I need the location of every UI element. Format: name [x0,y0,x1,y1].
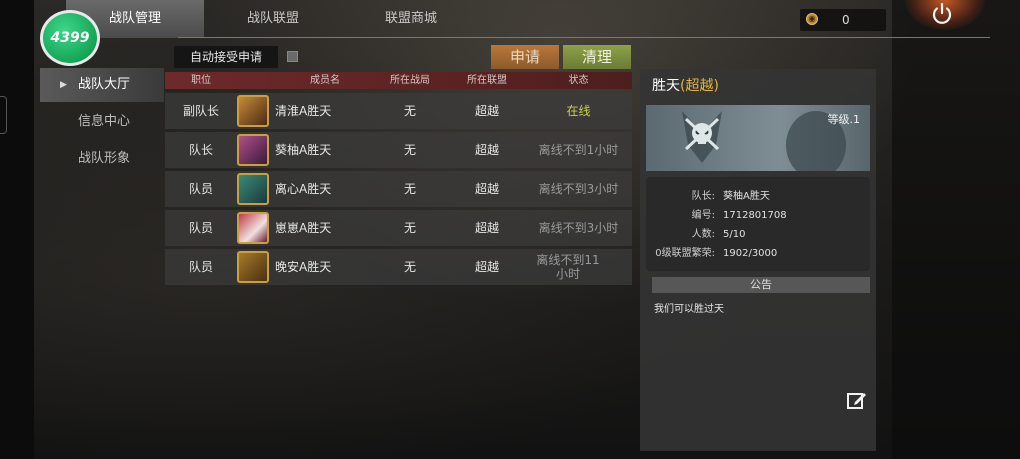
detail-row-id: 编号: 1712801708 [646,206,870,225]
member-role: 队员 [188,260,213,274]
avatar [237,173,269,205]
power-icon[interactable] [930,2,954,26]
detail-value: 葵柚A胜天 [723,191,770,202]
detail-row-leader: 队长: 葵柚A胜天 [646,187,870,206]
coin-icon: ◉ [806,13,818,25]
chevron-right-icon: ▶ [60,80,67,90]
avatar [237,95,269,127]
sidebar-item-team-image[interactable]: 战队形象 [40,142,164,176]
detail-label: 0级联盟繁荣: [655,248,715,259]
edge-handle [0,96,7,134]
avatar [237,212,269,244]
notice-text: 我们可以胜过天 [654,304,724,315]
member-status: 离线不到11小时 [536,253,600,281]
detail-label: 编号: [691,210,715,221]
screen-left-edge [0,0,34,459]
clear-button[interactable]: 清理 [563,45,631,69]
sidebar-item-info-center[interactable]: 信息中心 [40,105,164,139]
detail-value: 5/10 [723,229,746,240]
detail-value: 1902/3000 [723,248,778,259]
header-member-name: 成员名 [310,75,340,86]
member-name: 离心A胜天 [275,182,332,196]
team-banner: 等级.1 [646,105,870,171]
member-role: 副队长 [182,104,219,118]
table-row[interactable]: 队员 离心A胜天 无 超越 离线不到3小时 [165,171,632,207]
apply-button[interactable]: 申请 [491,45,559,69]
notice-header: 公告 [652,277,870,293]
detail-row-members: 人数: 5/10 [646,225,870,244]
table-row[interactable]: 队长 葵柚A胜天 无 超越 离线不到1小时 [165,132,632,168]
team-info-panel: 胜天(超越) 等级.1 队长: 葵柚A胜天 编号: 1712801708 人数:… [640,69,876,451]
member-battle: 无 [403,104,416,118]
currency-display: ◉ 0 [800,9,886,31]
member-name: 葵柚A胜天 [275,143,332,157]
member-table-header: 职位 成员名 所在战局 所在联盟 状态 [165,72,632,89]
screen-right-edge [892,0,1020,459]
member-alliance: 超越 [474,104,499,118]
member-alliance: 超越 [474,182,499,196]
member-battle: 无 [403,221,416,235]
member-name: 晚安A胜天 [275,260,332,274]
tab-team-alliance[interactable]: 战队联盟 [204,0,342,38]
edit-icon[interactable] [846,389,868,411]
member-battle: 无 [403,260,416,274]
header-role: 职位 [191,75,211,86]
avatar [237,251,269,283]
header-status: 状态 [568,75,589,86]
member-alliance: 超越 [474,260,499,274]
member-role: 队长 [188,143,213,157]
sidebar-item-label: 战队大厅 [78,77,131,92]
auto-accept-checkbox[interactable] [287,51,298,62]
team-alliance: (超越) [680,78,719,94]
avatar [237,134,269,166]
tab-alliance-shop[interactable]: 联盟商城 [342,0,480,38]
member-name: 崽崽A胜天 [275,221,332,235]
table-row[interactable]: 队员 晚安A胜天 无 超越 离线不到11小时 [165,249,632,285]
member-battle: 无 [403,182,416,196]
app-logo[interactable]: 4399 [40,10,100,66]
top-tabs: 战队管理 战队联盟 联盟商城 [66,0,480,38]
member-role: 队员 [188,182,213,196]
member-status: 在线 [566,104,591,118]
member-role: 队员 [188,221,213,235]
member-name: 清淮A胜天 [275,104,332,118]
team-details: 队长: 葵柚A胜天 编号: 1712801708 人数: 5/10 0级联盟繁荣… [646,177,870,271]
team-name: 胜天 [652,78,680,94]
detail-row-prosperity: 0级联盟繁荣: 1902/3000 [646,244,870,263]
detail-label: 人数: [691,229,715,240]
currency-value: 0 [842,13,850,27]
sidebar-item-label: 战队形象 [78,151,131,166]
member-battle: 无 [403,143,416,157]
detail-label: 队长: [691,191,715,202]
header-divider [178,37,990,38]
auto-accept-button[interactable]: 自动接受申请 [174,46,278,68]
member-status: 离线不到3小时 [538,221,619,235]
header-alliance: 所在联盟 [467,75,507,86]
sidebar-item-team-hall[interactable]: ▶ 战队大厅 [40,68,164,102]
header-battle: 所在战局 [390,75,430,86]
table-row[interactable]: 队员 崽崽A胜天 无 超越 离线不到3小时 [165,210,632,246]
detail-value: 1712801708 [723,210,787,221]
member-status: 离线不到3小时 [538,182,619,196]
member-alliance: 超越 [474,143,499,157]
team-title: 胜天(超越) [652,75,719,95]
member-status: 离线不到1小时 [538,143,619,157]
table-row[interactable]: 副队长 清淮A胜天 无 超越 在线 [165,93,632,129]
team-level: 等级.1 [827,113,861,126]
sidebar-item-label: 信息中心 [78,114,131,129]
member-alliance: 超越 [474,221,499,235]
